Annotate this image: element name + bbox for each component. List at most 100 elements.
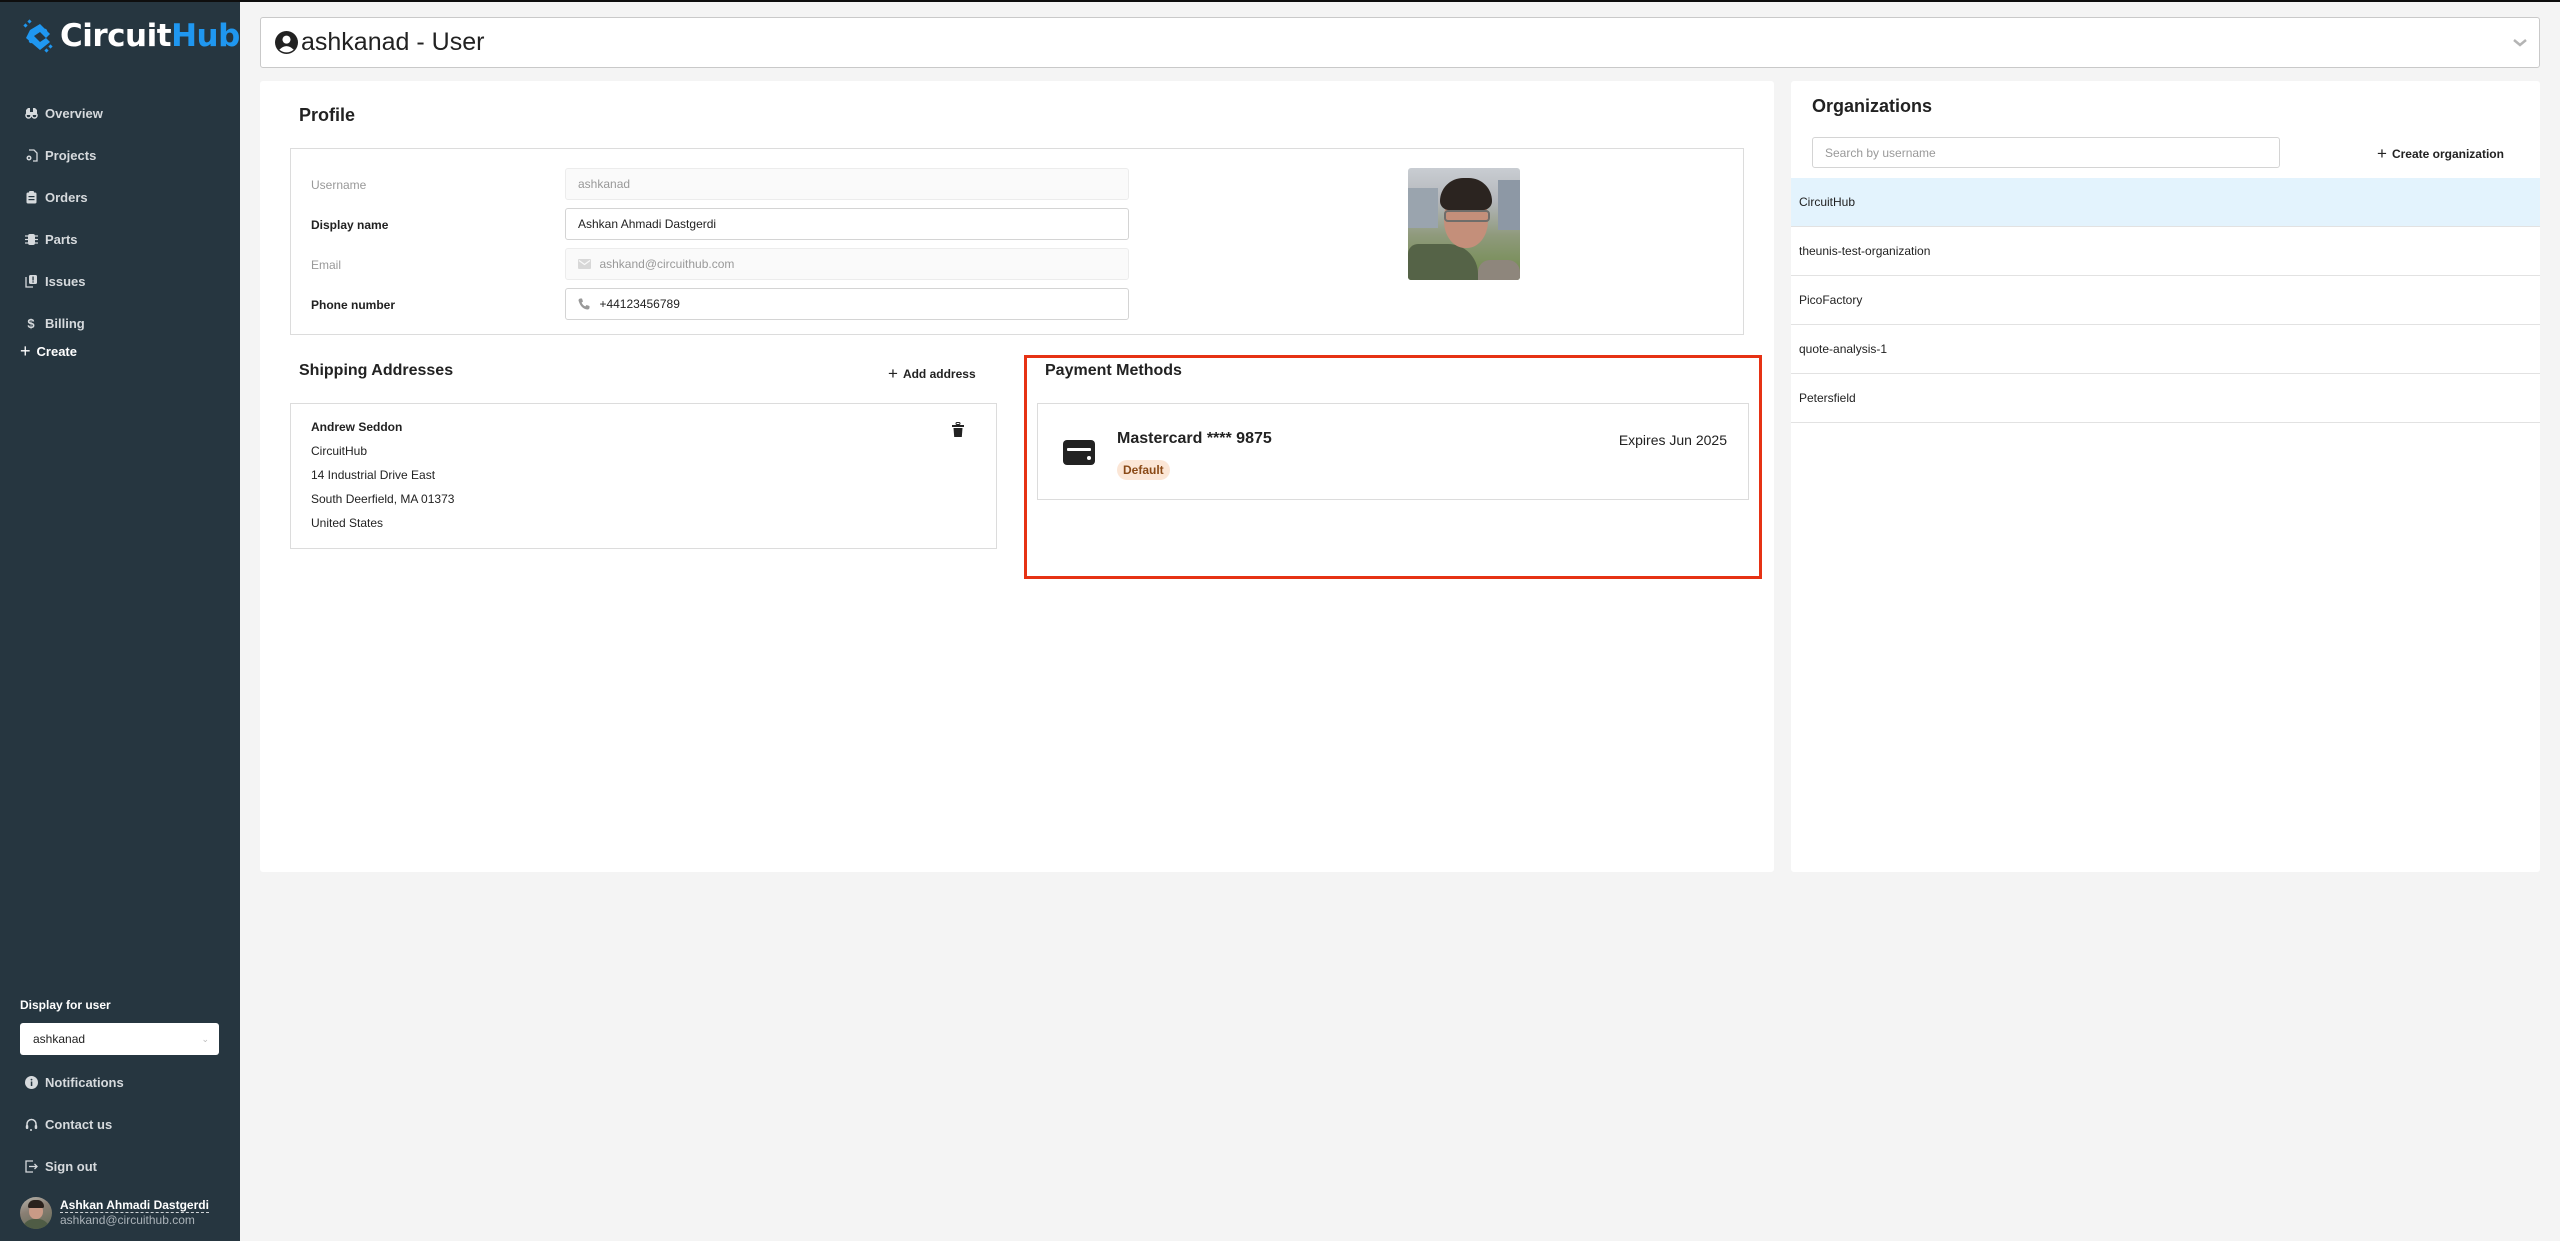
organization-item[interactable]: theunis-test-organization [1791,227,2540,276]
chevron-down-icon: ⌄ [201,1033,209,1044]
display-name-field[interactable] [565,208,1129,240]
binoculars-icon [24,106,38,120]
profile-photo[interactable] [1408,168,1520,280]
add-address-label: Add address [902,366,976,381]
sidebar-item-label: Projects [45,147,97,163]
organization-item[interactable]: Petersfield [1791,374,2540,423]
username-input [578,177,1128,191]
display-name-row: Display name [291,208,1743,242]
user-details-panel: Profile Username Display name Email Pho [260,81,1774,872]
address-recipient: Andrew Seddon [311,420,403,434]
phone-label: Phone number [311,298,396,312]
info-icon [24,1075,38,1089]
address-card: Andrew Seddon CircuitHub 14 Industrial D… [290,403,997,549]
organizations-title: Organizations [1812,96,1933,116]
organization-item[interactable]: PicoFactory [1791,276,2540,325]
username-label: Username [311,178,367,192]
phone-icon [578,297,591,311]
envelope-icon [578,257,591,271]
current-user-email: ashkand@circuithub.com [60,1213,195,1227]
sign-out-icon [24,1159,38,1173]
sidebar-item-label: Notifications [45,1074,124,1090]
organization-list: CircuitHub theunis-test-organization Pic… [1791,178,2540,423]
display-for-user-label: Display for user [20,998,111,1012]
phone-row: Phone number [291,288,1743,322]
sidebar-item-issues[interactable]: Issues [24,260,103,302]
email-field [565,248,1129,280]
page-title: ashkanad - User [301,28,485,56]
username-field [565,168,1129,200]
current-user-name: Ashkan Ahmadi Dastgerdi [60,1198,209,1213]
window-top-edge [0,0,2560,2]
create-organization-label: Create organization [2391,146,2504,161]
sidebar-item-label: Issues [45,273,86,289]
email-row: Email [291,248,1743,282]
sidebar-item-overview[interactable]: Overview [24,92,103,134]
user-circle-icon [275,31,298,54]
project-gear-icon [24,148,38,162]
add-address-button[interactable]: + Add address [888,365,976,382]
profile-form: Username Display name Email Phone number [290,148,1744,335]
display-for-user-value: ashkanad [33,1032,86,1046]
sidebar-item-orders[interactable]: Orders [24,176,103,218]
sidebar-item-label: Sign out [45,1158,97,1174]
avatar [20,1197,52,1229]
organization-item[interactable]: CircuitHub [1791,178,2540,227]
email-input [599,257,1128,271]
sidebar-nav: Overview Projects Orders Parts Issues $ … [24,92,103,344]
sidebar-item-label: Parts [45,231,78,247]
default-badge: Default [1117,460,1170,480]
organization-name: CircuitHub [1799,195,1856,209]
dollar-icon: $ [27,315,35,331]
organization-search-input[interactable] [1812,137,2280,168]
organization-name: PicoFactory [1799,293,1863,307]
card-expiry: Expires Jun 2025 [1618,432,1727,448]
profile-title: Profile [299,105,356,125]
current-user[interactable]: Ashkan Ahmadi Dastgerdi ashkand@circuith… [20,1197,209,1229]
display-for-user-select[interactable]: ashkanad ⌄ [20,1023,219,1055]
sidebar-item-notifications[interactable]: Notifications [24,1061,124,1103]
organization-name: Petersfield [1799,391,1856,405]
sidebar-item-contact-us[interactable]: Contact us [24,1103,124,1145]
sidebar-item-billing[interactable]: $ Billing [24,302,103,344]
circuithub-logo-icon [23,19,53,53]
headset-icon [24,1117,38,1131]
address-city: South Deerfield, MA 01373 [311,492,455,506]
clipboard-icon [24,190,38,204]
plus-icon: + [2377,144,2387,163]
sidebar-item-label: Orders [45,189,88,205]
phone-field[interactable] [565,288,1129,320]
organization-item[interactable]: quote-analysis-1 [1791,325,2540,374]
display-name-input[interactable] [578,217,1128,231]
address-street: 14 Industrial Drive East [311,468,436,482]
entity-selector[interactable]: ashkanad - User [260,17,2540,68]
organization-name: quote-analysis-1 [1799,342,1888,356]
sidebar-item-label: Contact us [45,1116,113,1132]
address-company: CircuitHub [311,444,368,458]
card-name: Mastercard **** 9875 [1117,430,1272,447]
sidebar-item-label: Billing [45,315,85,331]
plus-icon: + [888,364,898,383]
sidebar: CircuitHub Overview Projects Orders Part… [0,0,240,1241]
address-country: United States [311,516,384,530]
sidebar-item-projects[interactable]: Projects [24,134,103,176]
payment-method-card[interactable]: Mastercard **** 9875 Expires Jun 2025 De… [1037,403,1749,500]
brand-name: CircuitHub [60,18,240,54]
phone-input[interactable] [599,297,1128,311]
organization-name: theunis-test-organization [1799,244,1931,258]
issue-icon [24,274,38,288]
username-row: Username [291,168,1743,202]
organizations-panel: Organizations + Create organization Circ… [1791,81,2540,872]
circuithub-logo[interactable]: CircuitHub [20,18,240,54]
trash-icon[interactable] [951,422,965,438]
create-button[interactable]: + Create [20,342,77,360]
payment-methods-title: Payment Methods [1045,362,1182,379]
sidebar-item-label: Overview [45,105,103,121]
create-label: Create [36,343,77,359]
sidebar-item-parts[interactable]: Parts [24,218,103,260]
chevron-down-icon[interactable] [2511,34,2529,52]
sidebar-item-sign-out[interactable]: Sign out [24,1145,124,1187]
create-organization-button[interactable]: + Create organization [2377,145,2504,162]
email-label: Email [311,258,342,272]
shipping-addresses-title: Shipping Addresses [299,362,454,379]
